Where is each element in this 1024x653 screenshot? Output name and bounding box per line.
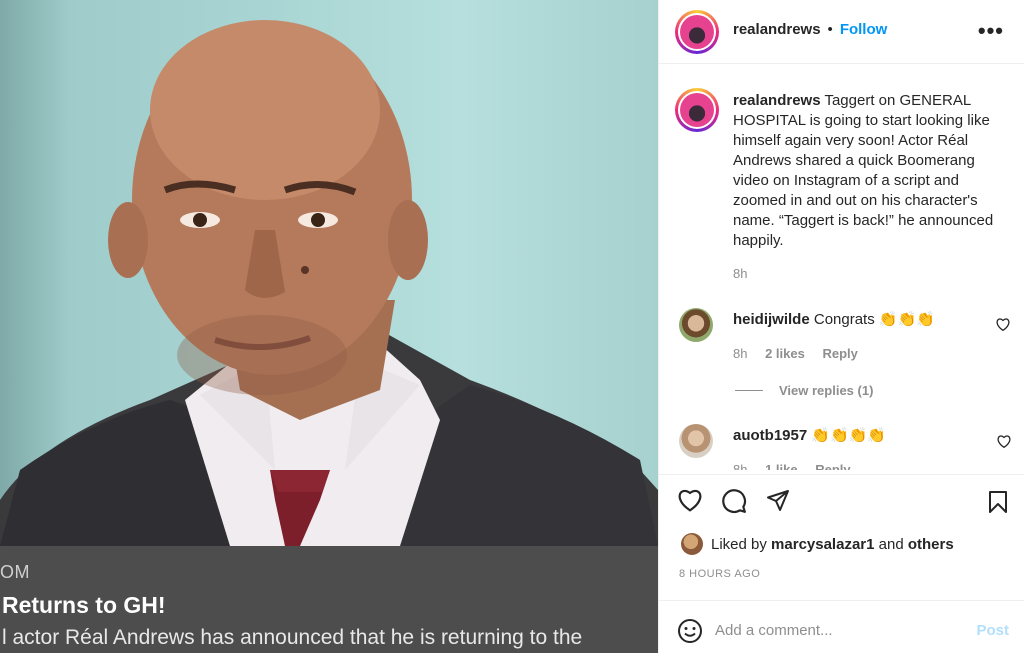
separator-dot: •	[827, 21, 833, 38]
comment-body: heidijwilde Congrats 👏👏👏	[733, 310, 935, 328]
avatar-image	[680, 15, 714, 49]
header-avatar[interactable]	[675, 10, 719, 54]
comment-username[interactable]: auotb1957	[733, 427, 807, 444]
comment-likes[interactable]: 2 likes	[765, 346, 805, 361]
comment-time: 8h	[733, 346, 748, 361]
view-replies-button[interactable]: View replies (1)	[735, 383, 873, 398]
reply-button[interactable]: Reply	[822, 346, 857, 361]
liked-by-user[interactable]: marcysalazar1	[771, 536, 874, 553]
liked-by-others[interactable]: others	[908, 536, 954, 553]
post-timestamp: 8 HOURS AGO	[679, 568, 761, 580]
comment-2-clip: auotb1957 👏👏👏👏 8h 1 like Reply	[659, 418, 1024, 470]
caption-source: OM	[0, 562, 30, 582]
comment-text: Congrats	[813, 311, 875, 328]
comment-like-icon[interactable]	[997, 435, 1011, 448]
liked-by-prefix: Liked by	[711, 535, 767, 553]
post-caption: realandrews Taggert on GENERAL HOSPITAL …	[733, 91, 1011, 251]
caption-text: Taggert on GENERAL HOSPITAL is going to …	[733, 92, 994, 249]
header-username[interactable]: realandrews	[733, 21, 821, 38]
share-icon[interactable]	[765, 488, 791, 512]
liked-by-row: Liked by marcysalazar1 and others	[681, 533, 954, 555]
header-divider	[659, 63, 1024, 64]
view-replies-label: View replies (1)	[779, 383, 874, 398]
caption-description: l actor Réal Andrews has announced that …	[2, 626, 583, 649]
header-user-row: realandrews • Follow	[733, 21, 887, 38]
avatar-image	[680, 93, 714, 127]
comment-icon[interactable]	[721, 488, 747, 514]
comment-meta: 8h 2 likes Reply	[733, 346, 872, 361]
emoji-icon[interactable]	[677, 618, 703, 644]
post-media[interactable]: OM Returns to GH! l actor Réal Andrews h…	[0, 0, 658, 653]
caption-username[interactable]: realandrews	[733, 92, 821, 109]
liked-by-and: and	[878, 535, 904, 553]
add-comment-bar: Post	[659, 608, 1024, 653]
caption-avatar[interactable]	[675, 88, 719, 132]
follow-button[interactable]: Follow	[840, 21, 888, 38]
post-comment-button[interactable]: Post	[976, 622, 1009, 639]
comment-like-icon[interactable]	[996, 318, 1010, 331]
liker-avatar[interactable]	[681, 533, 703, 555]
clapping-emoji: 👏👏👏	[878, 311, 935, 328]
caption-headline: Returns to GH!	[2, 592, 166, 618]
comment-input[interactable]	[715, 622, 955, 639]
actions-divider	[659, 474, 1024, 475]
comment-avatar[interactable]	[679, 424, 713, 458]
comment-time: 8h	[733, 462, 748, 470]
post-details-panel: realandrews • Follow ••• realandrews Tag…	[658, 0, 1024, 653]
action-bar	[677, 488, 791, 514]
comment-username[interactable]: heidijwilde	[733, 311, 810, 328]
comment-meta: 8h 1 like Reply	[733, 462, 865, 470]
comment-box-divider	[659, 600, 1024, 601]
clapping-emoji: 👏👏👏👏	[811, 427, 887, 444]
heart-icon[interactable]	[677, 488, 703, 512]
comment-avatar[interactable]	[679, 308, 713, 342]
replies-line	[735, 390, 763, 391]
reply-button[interactable]: Reply	[815, 462, 850, 470]
comment-likes[interactable]: 1 like	[765, 462, 798, 470]
article-caption-bar: OM Returns to GH! l actor Réal Andrews h…	[0, 546, 658, 653]
bookmark-icon[interactable]	[988, 490, 1008, 514]
caption-time: 8h	[733, 266, 748, 281]
post-photo	[0, 0, 658, 546]
portrait-illustration	[0, 20, 658, 546]
comment-body: auotb1957 👏👏👏👏	[733, 426, 886, 444]
more-horizontal-icon[interactable]: •••	[978, 18, 1004, 44]
